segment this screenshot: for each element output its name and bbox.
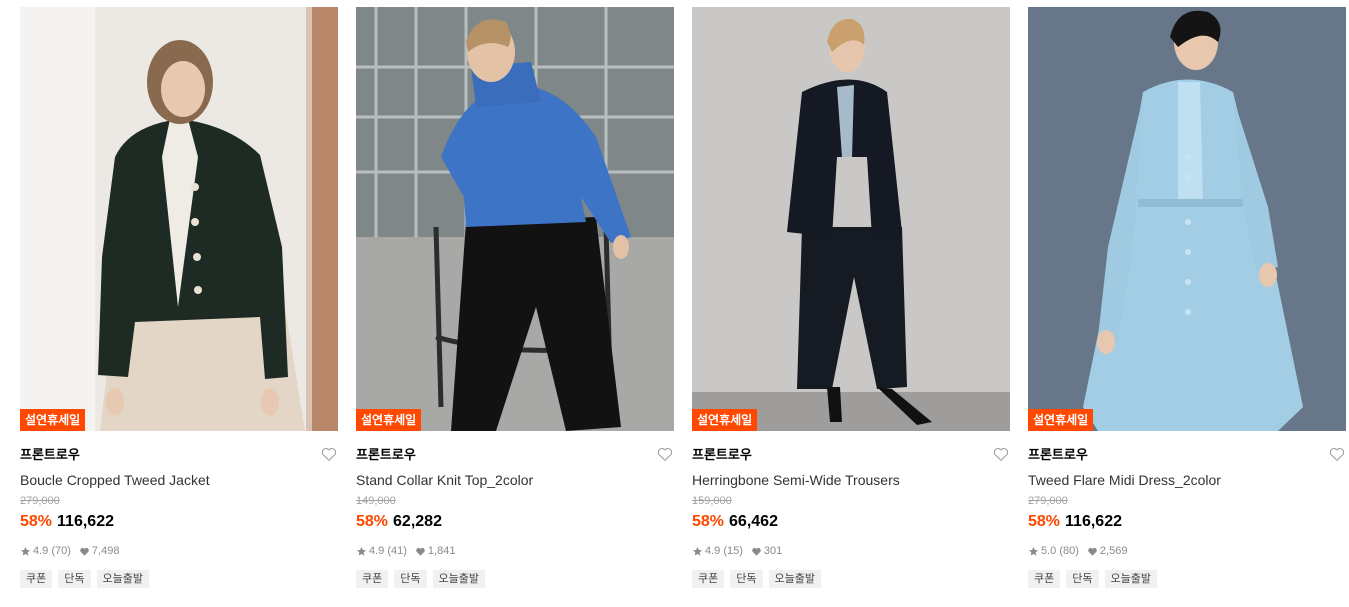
sale-price: 116,622	[57, 513, 114, 530]
likes: 301	[751, 544, 782, 558]
original-price: 279,000	[20, 495, 60, 507]
tag-exclusive: 단독	[730, 570, 763, 588]
brand-row: 프론트로우	[356, 447, 674, 463]
heart-filled-icon	[416, 547, 425, 556]
rating-text: 4.9 (41)	[369, 545, 407, 557]
brand-name[interactable]: 프론트로우	[20, 447, 338, 463]
price-row: 58% 62,282	[356, 512, 674, 532]
star-icon	[1028, 546, 1039, 556]
brand-name[interactable]: 프론트로우	[692, 447, 1010, 463]
product-name[interactable]: Stand Collar Knit Top_2color	[356, 472, 674, 489]
heart-outline-icon[interactable]	[320, 445, 338, 463]
review-meta: 4.9 (41) 1,841	[356, 544, 674, 558]
sale-badge: 설연휴세일	[356, 409, 422, 431]
price-row: 58% 66,462	[692, 512, 1010, 532]
tag-exclusive: 단독	[394, 570, 427, 588]
tag-exclusive: 단독	[1066, 570, 1099, 588]
likes: 2,569	[1087, 544, 1128, 558]
tag-ships-today: 오늘출발	[1104, 570, 1157, 588]
product-image[interactable]: 설연휴세일	[692, 7, 1010, 431]
heart-outline-icon[interactable]	[1328, 445, 1346, 463]
review-meta: 4.9 (70) 7,498	[20, 544, 338, 558]
heart-filled-icon	[1088, 547, 1097, 556]
brand-row: 프론트로우	[1028, 447, 1346, 463]
price-row: 58% 116,622	[20, 512, 338, 532]
product-photo-knit-top	[356, 7, 674, 431]
review-meta: 4.9 (15) 301	[692, 544, 1010, 558]
tag-coupon: 쿠폰	[356, 570, 389, 588]
discount-rate: 58%	[692, 513, 725, 530]
tag-exclusive: 단독	[58, 570, 91, 588]
product-name[interactable]: Boucle Cropped Tweed Jacket	[20, 472, 338, 489]
discount-rate: 58%	[1028, 513, 1061, 530]
star-icon	[692, 546, 703, 556]
price-row: 58% 116,622	[1028, 512, 1346, 532]
rating-text: 4.9 (70)	[33, 545, 71, 557]
heart-outline-icon[interactable]	[992, 445, 1010, 463]
star-icon	[356, 546, 367, 556]
product-image[interactable]: 설연휴세일	[356, 7, 674, 431]
product-name[interactable]: Tweed Flare Midi Dress_2color	[1028, 472, 1346, 489]
sale-badge: 설연휴세일	[692, 409, 758, 431]
likes-count: 301	[763, 545, 783, 557]
likes: 7,498	[79, 544, 120, 558]
heart-outline-icon[interactable]	[656, 445, 674, 463]
tag-list: 쿠폰 단독 오늘출발	[20, 570, 338, 588]
product-card[interactable]: 설연휴세일 프론트로우 Tweed Flare Midi Dress_2colo…	[1028, 7, 1346, 588]
product-name[interactable]: Herringbone Semi-Wide Trousers	[692, 472, 1010, 489]
brand-row: 프론트로우	[20, 447, 338, 463]
brand-name[interactable]: 프론트로우	[1028, 447, 1346, 463]
original-price: 159,000	[692, 495, 732, 507]
product-photo-tweed-jacket	[20, 7, 338, 431]
product-image[interactable]: 설연휴세일	[1028, 7, 1346, 431]
tag-ships-today: 오늘출발	[768, 570, 821, 588]
review-meta: 5.0 (80) 2,569	[1028, 544, 1346, 558]
tag-list: 쿠폰 단독 오늘출발	[356, 570, 674, 588]
heart-filled-icon	[80, 547, 89, 556]
tag-coupon: 쿠폰	[1028, 570, 1061, 588]
product-card[interactable]: 설연휴세일 프론트로우 Herringbone Semi-Wide Trouse…	[692, 7, 1010, 588]
sale-price: 116,622	[1065, 513, 1122, 530]
discount-rate: 58%	[20, 513, 53, 530]
tag-list: 쿠폰 단독 오늘출발	[692, 570, 1010, 588]
likes-count: 7,498	[91, 545, 120, 557]
tag-list: 쿠폰 단독 오늘출발	[1028, 570, 1346, 588]
tag-coupon: 쿠폰	[692, 570, 725, 588]
brand-name[interactable]: 프론트로우	[356, 447, 674, 463]
star-icon	[20, 546, 31, 556]
sale-price: 62,282	[393, 513, 442, 530]
tag-coupon: 쿠폰	[20, 570, 53, 588]
likes-count: 2,569	[1099, 545, 1128, 557]
rating-text: 5.0 (80)	[1041, 545, 1079, 557]
likes-count: 1,841	[427, 545, 456, 557]
tag-ships-today: 오늘출발	[96, 570, 149, 588]
sale-price: 66,462	[729, 513, 778, 530]
brand-row: 프론트로우	[692, 447, 1010, 463]
product-card[interactable]: 설연휴세일 프론트로우 Stand Collar Knit Top_2color…	[356, 7, 674, 588]
tag-ships-today: 오늘출발	[432, 570, 485, 588]
product-grid: 설연휴세일 프론트로우 Boucle Cropped Tweed Jacket …	[0, 0, 1349, 607]
product-image[interactable]: 설연휴세일	[20, 7, 338, 431]
product-card[interactable]: 설연휴세일 프론트로우 Boucle Cropped Tweed Jacket …	[20, 7, 338, 588]
sale-badge: 설연휴세일	[1028, 409, 1094, 431]
sale-badge: 설연휴세일	[20, 409, 86, 431]
rating-text: 4.9 (15)	[705, 545, 743, 557]
product-photo-midi-dress	[1028, 7, 1346, 431]
discount-rate: 58%	[356, 513, 389, 530]
heart-filled-icon	[752, 547, 761, 556]
original-price: 279,000	[1028, 495, 1068, 507]
original-price: 149,000	[356, 495, 396, 507]
product-photo-trousers	[692, 7, 1010, 431]
likes: 1,841	[415, 544, 456, 558]
